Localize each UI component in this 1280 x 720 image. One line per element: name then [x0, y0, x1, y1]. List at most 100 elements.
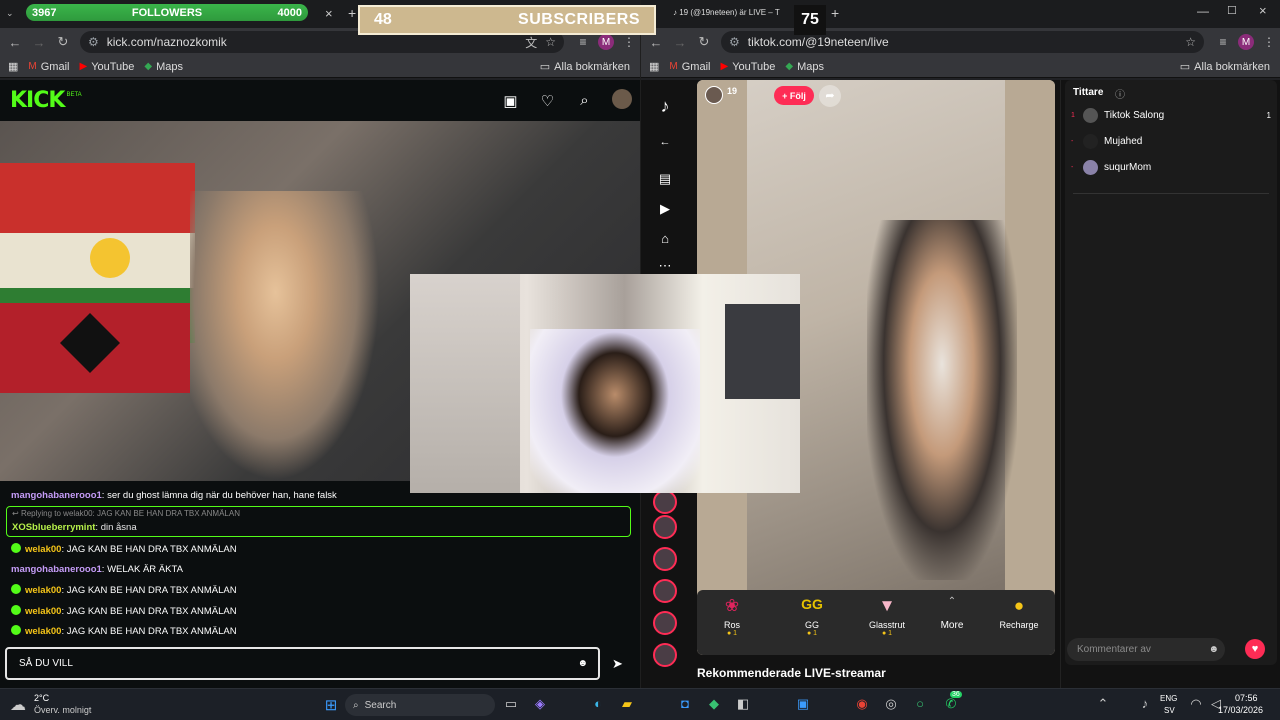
- send-icon[interactable]: ➤: [612, 656, 623, 672]
- reload-icon[interactable]: ↻: [695, 34, 713, 50]
- emoji-icon[interactable]: ☻: [1208, 644, 1219, 655]
- apps-grid-icon[interactable]: ▦: [8, 60, 18, 73]
- wifi-icon[interactable]: ◠: [1187, 696, 1205, 714]
- more-gifts-button[interactable]: ⌃ More: [927, 596, 977, 631]
- chrome-icon[interactable]: ◉: [853, 696, 871, 714]
- bookmark-gmail[interactable]: M Gmail: [28, 61, 69, 73]
- heart-like-icon[interactable]: ♥: [1245, 639, 1265, 659]
- new-tab-button[interactable]: +: [348, 5, 356, 21]
- translate-icon[interactable]: 文: [525, 34, 537, 51]
- weather-desc: Överv. molnigt: [34, 705, 92, 715]
- ice-cream-icon: ▼: [878, 596, 896, 615]
- gift-glasstrut[interactable]: ▼ Glasstrut ● 1: [862, 596, 912, 637]
- new-tab-button[interactable]: +: [831, 5, 839, 21]
- m365-icon[interactable]: ◧: [734, 696, 752, 714]
- site-info-icon[interactable]: ⚙: [88, 35, 99, 49]
- clock-time[interactable]: 07:56: [1235, 693, 1258, 703]
- minimize-button[interactable]: —: [1197, 4, 1209, 18]
- gift-gg[interactable]: GG GG ● 1: [787, 596, 837, 637]
- clips-icon[interactable]: ▣: [492, 92, 529, 110]
- host-avatar[interactable]: [705, 86, 723, 104]
- explore-icon[interactable]: ⌂: [654, 231, 676, 246]
- back-icon[interactable]: ←: [654, 136, 676, 148]
- task-view-icon[interactable]: ▭: [502, 696, 520, 714]
- chat-input[interactable]: SÅ DU VILL ☻: [5, 647, 600, 680]
- photos-icon[interactable]: ▣: [794, 696, 812, 714]
- live-tv-icon[interactable]: ▤: [654, 171, 676, 187]
- reload-icon[interactable]: ↻: [54, 34, 72, 50]
- windows-start-icon[interactable]: ⊞: [322, 696, 340, 714]
- chatgpt-icon[interactable]: ○: [911, 696, 929, 714]
- edge-icon[interactable]: ◐: [589, 696, 607, 714]
- obs-icon[interactable]: ◎: [882, 696, 900, 714]
- taskbar-search[interactable]: ⌕ Search: [345, 694, 495, 716]
- star-icon[interactable]: ☆: [1185, 35, 1196, 49]
- forward-arrow-icon[interactable]: →: [671, 35, 689, 50]
- apps-grid-icon[interactable]: ▦: [649, 60, 659, 73]
- chat-message: welak00: JAG KAN BE HAN DRA TBX ANMÄLAN: [11, 584, 237, 596]
- media-controls-icon[interactable]: ≡: [1212, 35, 1234, 49]
- language-top[interactable]: ENG: [1160, 694, 1177, 703]
- star-icon[interactable]: ☆: [545, 35, 556, 49]
- whatsapp-icon[interactable]: ✆: [942, 696, 960, 714]
- more-icon[interactable]: ⋯: [654, 258, 676, 274]
- reply-context: ↩ Replying to welak00: JAG KAN BE HAN DR…: [12, 509, 240, 518]
- live-avatar[interactable]: [653, 515, 677, 539]
- tab-close-button[interactable]: ×: [325, 6, 333, 21]
- profile-avatar[interactable]: M: [1238, 34, 1254, 50]
- back-arrow-icon[interactable]: ←: [6, 35, 24, 50]
- menu-icon[interactable]: ⋮: [618, 35, 640, 49]
- chat-username[interactable]: XOSblueberrymint: [12, 522, 95, 533]
- weather-icon[interactable]: ☁: [10, 695, 26, 715]
- user-avatar[interactable]: [603, 88, 640, 113]
- bookmarks-bar: ▦ M Gmail ▶ YouTube ◆ Maps ▭ Alla bokmärken: [641, 56, 1280, 78]
- all-bookmarks[interactable]: ▭ Alla bokmärken: [1180, 60, 1270, 74]
- clock-date[interactable]: 17/03/2026: [1218, 705, 1263, 715]
- recharge-button[interactable]: ● Recharge: [989, 596, 1049, 630]
- camera-icon[interactable]: ▶: [654, 201, 676, 217]
- bookmark-maps[interactable]: ◆ Maps: [785, 61, 824, 73]
- gift-ros[interactable]: ❀ Ros ● 1: [707, 596, 757, 637]
- bookmark-youtube[interactable]: ▶ YouTube: [79, 61, 134, 73]
- menu-icon[interactable]: ⋮: [1258, 35, 1280, 49]
- emoji-icon[interactable]: ☻: [577, 658, 588, 669]
- search-icon[interactable]: ⌕: [566, 92, 603, 109]
- bookmark-youtube[interactable]: ▶ YouTube: [720, 61, 775, 73]
- copilot-icon[interactable]: ◈: [531, 696, 549, 714]
- back-arrow-icon[interactable]: ←: [647, 35, 665, 50]
- live-avatar[interactable]: [653, 611, 677, 635]
- kick-logo[interactable]: KICK: [10, 88, 65, 113]
- media-controls-icon[interactable]: ≡: [572, 35, 594, 49]
- profile-avatar[interactable]: M: [598, 34, 614, 50]
- forward-arrow-icon[interactable]: →: [30, 35, 48, 50]
- viewer-row[interactable]: - suqurMom: [1071, 160, 1151, 175]
- close-window-button[interactable]: ×: [1259, 3, 1267, 18]
- site-info-icon[interactable]: ⚙: [729, 35, 740, 49]
- info-icon[interactable]: ⓘ: [1115, 86, 1125, 101]
- tray-chevron-icon[interactable]: ⌃: [1094, 696, 1112, 714]
- viewer-row[interactable]: - Mujahed: [1071, 134, 1142, 149]
- tiktok-logo-icon[interactable]: ♪: [654, 96, 676, 117]
- live-avatar[interactable]: [653, 643, 677, 667]
- all-bookmarks[interactable]: ▭ Alla bokmärken: [540, 60, 630, 74]
- tab-search-icon[interactable]: ⌄: [6, 8, 14, 19]
- comment-input[interactable]: Kommentarer av ☻: [1067, 638, 1225, 661]
- bookmark-maps[interactable]: ◆ Maps: [144, 61, 183, 73]
- file-explorer-icon[interactable]: ▰: [618, 696, 636, 714]
- viewer-row[interactable]: 1 Tiktok Salong 1: [1071, 108, 1271, 123]
- mic-icon[interactable]: ♪: [1136, 696, 1154, 714]
- tab-tiktok[interactable]: ♪ 19 (@19neteen) är LIVE – T: [673, 8, 780, 17]
- followers-goal: 4000: [277, 6, 302, 19]
- youtube-icon: ▶: [79, 61, 88, 72]
- share-icon[interactable]: ➦: [819, 85, 841, 107]
- outlook-icon[interactable]: ◘: [676, 696, 694, 714]
- language-bottom[interactable]: SV: [1164, 706, 1175, 715]
- heart-icon[interactable]: ♡: [529, 92, 566, 110]
- defender-icon[interactable]: ◆: [705, 696, 723, 714]
- live-avatar[interactable]: [653, 579, 677, 603]
- live-avatar[interactable]: [653, 547, 677, 571]
- follow-button[interactable]: + Följ: [774, 86, 814, 105]
- live-avatar[interactable]: [653, 490, 677, 514]
- bookmark-gmail[interactable]: M Gmail: [669, 61, 710, 73]
- maximize-button[interactable]: ☐: [1227, 4, 1237, 17]
